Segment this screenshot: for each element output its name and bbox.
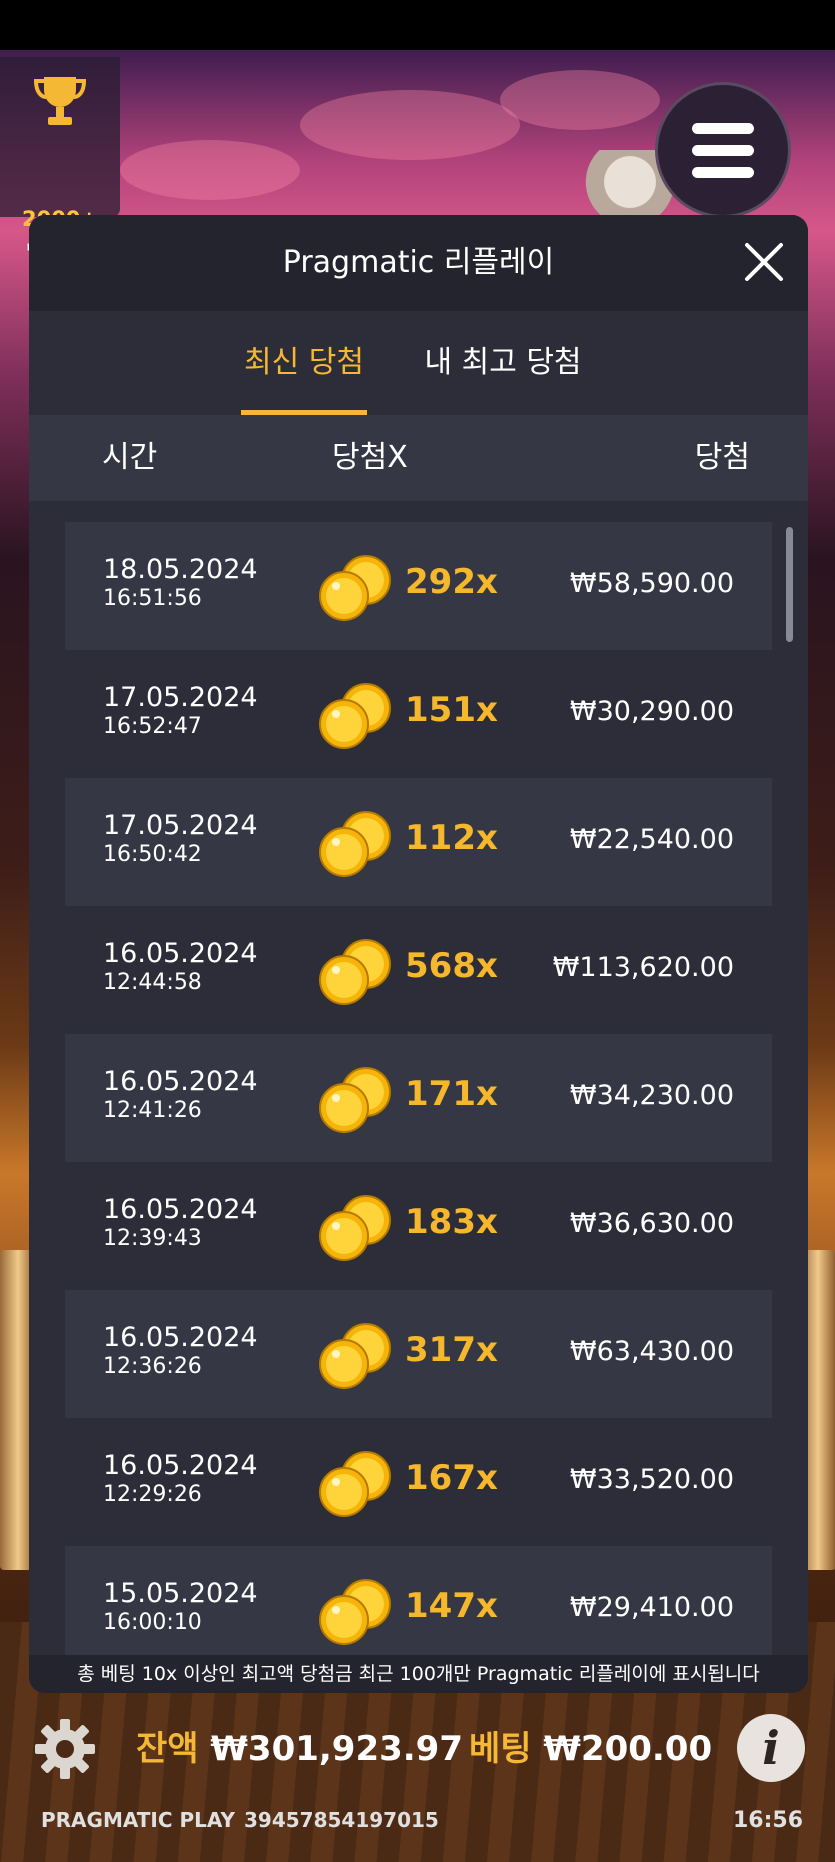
row-win-amount: ₩36,630.00 (569, 1208, 734, 1239)
row-time: 12:39:43 (103, 1226, 202, 1251)
row-date: 16.05.2024 (103, 1066, 258, 1097)
trophy-icon (33, 77, 87, 125)
replay-row[interactable]: 18.05.2024 16:51:56 292x ₩58,590.00 (65, 522, 772, 650)
replay-row[interactable]: 16.05.2024 12:29:26 167x ₩33,520.00 (65, 1418, 772, 1546)
row-date: 17.05.2024 (103, 810, 258, 841)
row-multiplier: 147x (405, 1586, 498, 1626)
row-win-amount: ₩22,540.00 (569, 824, 734, 855)
replay-row[interactable]: 16.05.2024 12:36:26 317x ₩63,430.00 (65, 1290, 772, 1418)
row-multiplier: 317x (405, 1330, 498, 1370)
modal-header: Pragmatic 리플레이 (29, 215, 808, 311)
row-date: 18.05.2024 (103, 554, 258, 585)
row-win-amount: ₩29,410.00 (569, 1592, 734, 1623)
row-win-amount: ₩113,620.00 (552, 952, 734, 983)
row-multiplier: 292x (405, 562, 498, 602)
row-win-amount: ₩33,520.00 (569, 1464, 734, 1495)
row-win-amount: ₩58,590.00 (569, 568, 734, 599)
row-time: 16:51:56 (103, 586, 202, 611)
footnote: 총 베팅 10x 이상인 최고액 당첨금 최근 100개만 Pragmatic … (29, 1655, 808, 1693)
row-multiplier: 568x (405, 946, 498, 986)
tab-best-label: 내 최고 당첨 (424, 345, 582, 380)
replay-modal: Pragmatic 리플레이 최신 당첨 내 최고 당첨 시간 당첨X 당첨 1… (29, 215, 808, 1693)
coins-icon (316, 936, 396, 1008)
bet-value: ₩200.00 (543, 1729, 713, 1769)
brand-text: PRAGMATIC PLAY (41, 1808, 235, 1832)
gear-icon[interactable] (33, 1717, 97, 1781)
row-win-amount: ₩63,430.00 (569, 1336, 734, 1367)
row-multiplier: 151x (405, 690, 498, 730)
row-time: 12:44:58 (103, 970, 202, 995)
bet-display: 베팅 ₩200.00 (469, 1724, 712, 1774)
coins-icon (316, 552, 396, 624)
balance-value: ₩301,923.97 (210, 1729, 463, 1769)
coins-icon (316, 1192, 396, 1264)
row-multiplier: 112x (405, 818, 498, 858)
clock: 16:56 (732, 1808, 803, 1833)
row-date: 16.05.2024 (103, 1194, 258, 1225)
row-multiplier: 183x (405, 1202, 498, 1242)
replay-row[interactable]: 17.05.2024 16:52:47 151x ₩30,290.00 (65, 650, 772, 778)
scrollbar[interactable] (786, 527, 793, 642)
modal-title: Pragmatic 리플레이 (282, 245, 555, 280)
menu-button[interactable] (655, 82, 791, 218)
row-time: 16:00:10 (103, 1610, 202, 1635)
coins-icon (316, 1448, 396, 1520)
coins-icon (316, 1064, 396, 1136)
row-time: 12:41:26 (103, 1098, 202, 1123)
replay-row[interactable]: 16.05.2024 12:41:26 171x ₩34,230.00 (65, 1034, 772, 1162)
replay-row[interactable]: 16.05.2024 12:39:43 183x ₩36,630.00 (65, 1162, 772, 1290)
row-date: 16.05.2024 (103, 938, 258, 969)
balance-display: 잔액 ₩301,923.97 (136, 1724, 463, 1774)
tab-latest-wins[interactable]: 최신 당첨 (241, 311, 367, 415)
tab-bar: 최신 당첨 내 최고 당첨 (29, 311, 808, 415)
row-multiplier: 167x (405, 1458, 498, 1498)
row-win-amount: ₩34,230.00 (569, 1080, 734, 1111)
replay-row[interactable]: 17.05.2024 16:50:42 112x ₩22,540.00 (65, 778, 772, 906)
column-header-win: 당첨 (694, 440, 750, 475)
row-multiplier: 171x (405, 1074, 498, 1114)
balance-label: 잔액 (136, 1729, 199, 1769)
row-time: 12:36:26 (103, 1354, 202, 1379)
tab-latest-label: 최신 당첨 (244, 345, 364, 380)
coins-icon (316, 680, 396, 752)
column-header-time: 시간 (102, 440, 158, 475)
replay-row[interactable]: 16.05.2024 12:44:58 568x ₩113,620.00 (65, 906, 772, 1034)
column-header-multiplier: 당첨X (332, 440, 408, 475)
row-time: 16:50:42 (103, 842, 202, 867)
row-date: 17.05.2024 (103, 682, 258, 713)
coins-icon (316, 1320, 396, 1392)
row-win-amount: ₩30,290.00 (569, 696, 734, 727)
info-button[interactable]: i (737, 1714, 805, 1782)
session-id: 39457854197015 (244, 1808, 439, 1832)
tab-my-best-wins[interactable]: 내 최고 당첨 (419, 311, 587, 415)
close-icon[interactable] (741, 239, 787, 285)
coins-icon (316, 808, 396, 880)
tournament-widget[interactable]: 2000+ 남은 시간 (0, 57, 120, 262)
table-header: 시간 당첨X 당첨 (29, 415, 808, 501)
coins-icon (316, 1576, 396, 1648)
row-time: 12:29:26 (103, 1482, 202, 1507)
bet-label: 베팅 (469, 1729, 532, 1769)
replay-list[interactable]: 18.05.2024 16:51:56 292x ₩58,590.00 17.05.20… (65, 522, 772, 1693)
row-date: 15.05.2024 (103, 1578, 258, 1609)
row-date: 16.05.2024 (103, 1450, 258, 1481)
row-time: 16:52:47 (103, 714, 202, 739)
row-date: 16.05.2024 (103, 1322, 258, 1353)
info-icon: i (762, 1721, 780, 1775)
